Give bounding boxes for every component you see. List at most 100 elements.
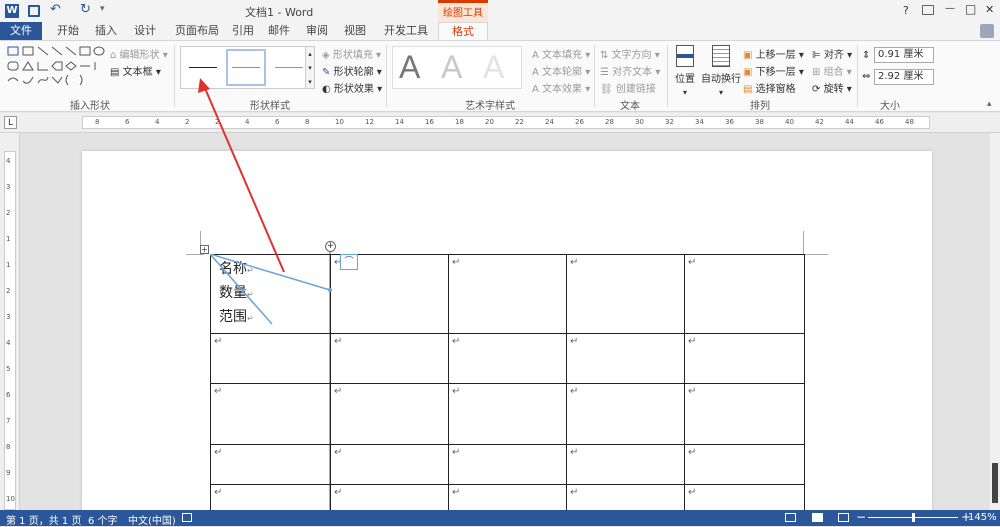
table-move-handle[interactable]: +: [200, 245, 209, 254]
zoom-thumb[interactable]: [912, 513, 915, 522]
zoom-level[interactable]: 145%: [968, 512, 997, 523]
table-cell[interactable]: ↵: [330, 484, 449, 510]
tab-design[interactable]: 设计: [128, 22, 162, 40]
tab-mailings[interactable]: 邮件: [262, 22, 296, 40]
table-cell[interactable]: ↵: [684, 333, 805, 384]
table-cell[interactable]: ↵: [210, 444, 331, 485]
align-button[interactable]: ⊫ 对齐 ▾: [812, 46, 852, 61]
line-handle[interactable]: [328, 288, 332, 292]
diagonal-line-2[interactable]: [210, 254, 273, 325]
zoom-slider[interactable]: [868, 513, 958, 522]
height-field[interactable]: 0.91 厘米: [874, 47, 934, 63]
table-cell[interactable]: ↵: [210, 383, 331, 445]
rotate-button[interactable]: ⟳ 旋转 ▾: [812, 80, 852, 95]
shape-style-black[interactable]: [183, 49, 223, 86]
zoom-out-icon[interactable]: −: [856, 510, 866, 524]
wrap-text-button[interactable]: 自动换行 ▾: [700, 45, 742, 98]
tab-review[interactable]: 审阅: [300, 22, 334, 40]
tab-insert[interactable]: 插入: [89, 22, 123, 40]
wordart-style-3[interactable]: A: [483, 49, 504, 86]
collapse-ribbon-icon[interactable]: ▴: [987, 99, 992, 109]
table-cell[interactable]: ↵: [566, 383, 685, 445]
macro-icon[interactable]: [182, 513, 192, 522]
scroll-thumb[interactable]: [992, 463, 998, 503]
tab-selector[interactable]: L: [4, 116, 17, 129]
page[interactable]: + + 名称↵ 数量↵ 范围↵ ↵ ↵ ↵ ↵ ↵ ↵ ↵ ↵ ↵ ↵ ↵ ↵ ↵ ↵: [82, 151, 932, 510]
text-direction-button[interactable]: ⇅ 文字方向 ▾: [600, 46, 660, 61]
help-button[interactable]: ?: [903, 4, 909, 17]
bring-forward-button[interactable]: ▣ 上移一层 ▾: [743, 46, 804, 61]
table-cell[interactable]: ↵: [330, 383, 449, 445]
print-layout-icon[interactable]: [812, 513, 823, 522]
word-count[interactable]: 6 个字: [88, 512, 118, 527]
tab-file[interactable]: 文件: [0, 22, 42, 40]
table-cell[interactable]: ↵: [448, 254, 567, 334]
shape-style-orange[interactable]: [269, 49, 309, 86]
table-cell[interactable]: ↵: [684, 484, 805, 510]
wordart-style-2[interactable]: A: [441, 49, 462, 86]
save-icon[interactable]: [28, 5, 40, 17]
word-app-icon[interactable]: W: [5, 4, 19, 18]
selection-pane-button[interactable]: ▤ 选择窗格: [743, 80, 796, 95]
table-cell[interactable]: ↵: [684, 254, 805, 334]
vertical-ruler[interactable]: 4 3 2 1 1 2 3 4 5 6 7 8 9 10: [0, 133, 20, 510]
edit-shape-button[interactable]: ⌂ 编辑形状 ▾: [110, 46, 168, 61]
position-button[interactable]: 位置 ▾: [672, 45, 698, 98]
text-effects-button[interactable]: A 文本效果 ▾: [532, 80, 590, 95]
layout-options-icon[interactable]: ⌒: [340, 254, 358, 270]
document-canvas[interactable]: + + 名称↵ 数量↵ 范围↵ ↵ ↵ ↵ ↵ ↵ ↵ ↵ ↵ ↵ ↵ ↵ ↵ ↵ ↵: [20, 133, 990, 510]
shapes-gallery[interactable]: [6, 45, 106, 89]
textbox-button[interactable]: ▤ 文本框 ▾: [110, 63, 161, 78]
undo-icon[interactable]: ↶: [50, 2, 61, 17]
language-status[interactable]: 中文(中国): [128, 512, 176, 527]
align-text-button[interactable]: ☰ 对齐文本 ▾: [600, 63, 660, 78]
table-cell[interactable]: ↵: [210, 484, 331, 510]
table-cell[interactable]: ↵: [330, 444, 449, 485]
close-button[interactable]: ✕: [985, 3, 994, 16]
wordart-style-1[interactable]: A: [399, 49, 420, 86]
diagonal-line-1[interactable]: [210, 254, 331, 291]
table-cell[interactable]: ↵: [566, 254, 685, 334]
tab-view[interactable]: 视图: [338, 22, 372, 40]
redo-icon[interactable]: ↻: [80, 2, 91, 17]
gallery-scroll[interactable]: ▴ ▾ ▾: [305, 46, 315, 89]
table-cell[interactable]: ↵: [448, 333, 567, 384]
table-cell[interactable]: ↵: [448, 484, 567, 510]
ribbon-display-button[interactable]: [922, 5, 934, 15]
tab-page-layout[interactable]: 页面布局: [170, 22, 224, 40]
read-mode-icon[interactable]: [785, 513, 796, 522]
shape-fill-button[interactable]: ◈ 形状填充 ▾: [322, 46, 381, 61]
text-outline-button[interactable]: A 文本轮廓 ▾: [532, 63, 590, 78]
table-cell[interactable]: ↵: [330, 333, 449, 384]
table-cell[interactable]: ↵: [448, 444, 567, 485]
avatar[interactable]: [980, 24, 994, 38]
web-layout-icon[interactable]: [838, 513, 849, 522]
minimize-button[interactable]: —: [945, 3, 955, 14]
table-cell[interactable]: ↵: [684, 444, 805, 485]
insert-column-handle[interactable]: +: [325, 241, 336, 252]
tab-references[interactable]: 引用: [226, 22, 260, 40]
page-count[interactable]: 第 1 页，共 1 页: [6, 512, 81, 527]
create-link-button[interactable]: ⛓ 创建链接: [600, 80, 656, 95]
restore-button[interactable]: □: [965, 2, 976, 16]
shape-style-blue[interactable]: [226, 49, 266, 86]
group-button[interactable]: ⊞ 组合 ▾: [812, 63, 852, 78]
table-cell[interactable]: ↵: [566, 484, 685, 510]
table-cell[interactable]: ↵: [684, 383, 805, 445]
shape-effects-button[interactable]: ◐ 形状效果 ▾: [322, 80, 382, 95]
table-cell[interactable]: ↵: [566, 444, 685, 485]
text-fill-button[interactable]: A 文本填充 ▾: [532, 46, 590, 61]
tab-format[interactable]: 格式: [438, 22, 488, 40]
width-field[interactable]: 2.92 厘米: [874, 69, 934, 85]
shape-outline-button[interactable]: ✎ 形状轮廓 ▾: [322, 63, 382, 78]
tab-home[interactable]: 开始: [51, 22, 85, 40]
table-cell[interactable]: ↵: [566, 333, 685, 384]
table-cell[interactable]: ↵: [448, 383, 567, 445]
separator: [594, 45, 595, 107]
horizontal-ruler[interactable]: L 8 6 4 2 2 4 6 8 10 12 14 16 18 20 22 24 26 28 30 32 34 36 38…: [0, 113, 1000, 133]
send-backward-button[interactable]: ▣ 下移一层 ▾: [743, 63, 804, 78]
table-cell[interactable]: ↵: [210, 333, 331, 384]
tab-developer[interactable]: 开发工具: [380, 22, 432, 40]
vertical-scrollbar[interactable]: [990, 133, 1000, 510]
customize-qat-icon[interactable]: ▾: [100, 4, 105, 14]
